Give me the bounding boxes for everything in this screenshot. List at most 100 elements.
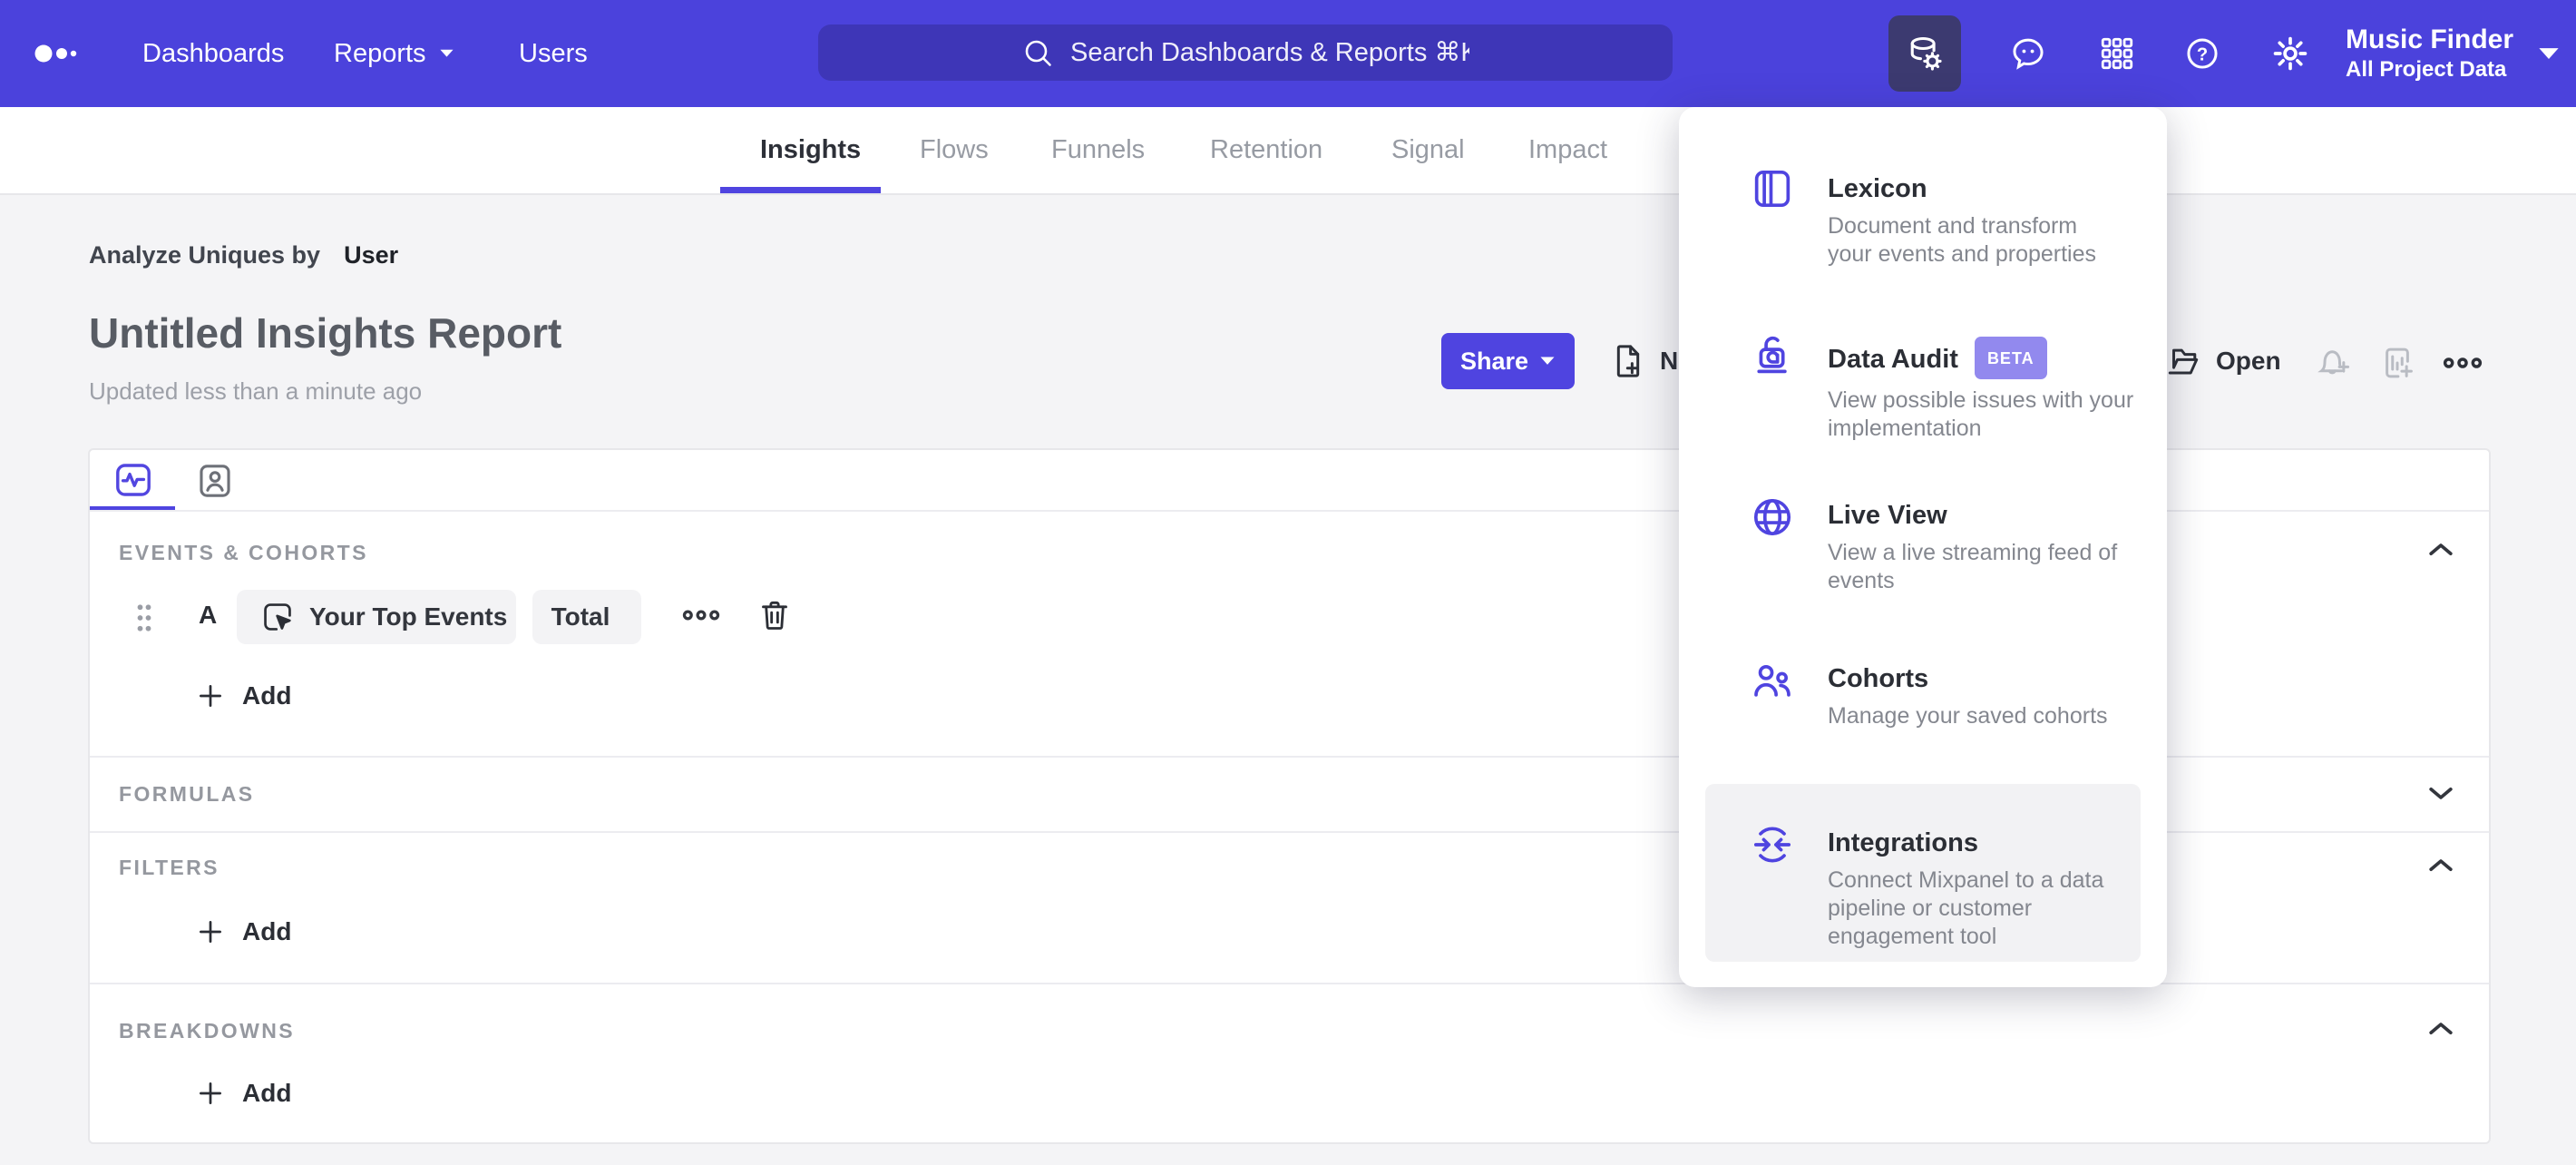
share-button-label: Share (1459, 347, 1529, 375)
nav-item-reports[interactable]: Reports (334, 0, 454, 107)
menu-item-title: Data Audit BETA (1828, 337, 2154, 379)
section-events-cohorts: EVENTS & COHORTS (119, 541, 368, 564)
section-formulas: FORMULAS (119, 782, 255, 806)
apps-grid-button[interactable] (2081, 15, 2153, 92)
pulse-chart-icon (116, 464, 151, 496)
event-row-letter: A (199, 601, 218, 629)
menu-item-title: Cohorts (1828, 664, 1929, 693)
help-icon: ? (2187, 38, 2218, 69)
collapse-breakdowns-button[interactable] (2423, 1011, 2459, 1047)
menu-item-desc: Manage your saved cohorts (1828, 703, 2108, 729)
document-plus-icon (1616, 345, 1640, 377)
tab-events-metrics[interactable] (112, 457, 155, 503)
section-breakdowns: BREAKDOWNS (119, 1019, 295, 1043)
search-input[interactable] (1070, 37, 1469, 68)
cohorts-people-icon (1749, 657, 1796, 704)
collapse-filters-button[interactable] (2423, 847, 2459, 884)
aggregation-dropdown[interactable]: Total (532, 590, 641, 644)
globe-icon (1749, 494, 1796, 541)
chevron-up-icon (2429, 543, 2453, 555)
tab-signal[interactable]: Signal (1391, 107, 1465, 193)
event-row-options-button[interactable] (681, 603, 721, 627)
feedback-button[interactable] (1992, 15, 2064, 92)
lock-icon (1749, 329, 1796, 377)
nav-item-label: Reports (334, 38, 426, 68)
search-icon (1025, 40, 1051, 66)
folder-open-icon (2168, 348, 2199, 375)
tab-insights[interactable]: Insights (760, 107, 861, 193)
page-title[interactable]: Untitled Insights Report (89, 308, 561, 357)
aggregation-label: Total (551, 602, 610, 631)
nav-item-users[interactable]: Users (519, 0, 588, 107)
add-to-board-button[interactable] (2378, 344, 2416, 382)
project-scope: All Project Data (2346, 57, 2507, 82)
chevron-up-icon (2429, 859, 2453, 871)
open-button-label: Open (2216, 347, 2281, 375)
menu-item-title: Live View (1828, 501, 1947, 530)
event-selector-pill[interactable]: Your Top Events (237, 590, 516, 644)
main-content: Analyze Uniques by User Untitled Insight… (0, 195, 2576, 1165)
bell-plus-icon (2317, 350, 2350, 375)
beta-badge: BETA (1974, 337, 2047, 379)
delete-event-button[interactable] (756, 595, 793, 635)
chevron-up-icon (2429, 1023, 2453, 1034)
menu-item-title: Lexicon (1828, 174, 1927, 203)
tab-profiles[interactable] (195, 459, 235, 503)
profile-card-icon (200, 465, 230, 497)
gear-icon (2273, 36, 2308, 71)
updated-timestamp: Updated less than a minute ago (89, 377, 423, 405)
add-filter-button[interactable]: Add (195, 916, 291, 947)
ellipsis-icon (682, 610, 720, 621)
plus-icon (200, 685, 221, 707)
active-tab-underline (720, 187, 881, 193)
report-tabbar: Insights Flows Funnels Retention Signal … (0, 107, 2576, 195)
database-gear-icon (1910, 36, 1942, 71)
speech-bubble-icon (2013, 38, 2044, 70)
nav-item-label: Users (519, 38, 588, 68)
plus-icon (200, 1082, 221, 1104)
menu-item-desc: View possible issues with your implement… (1828, 387, 2134, 441)
grid-icon (2101, 37, 2133, 70)
add-breakdown-button[interactable]: Add (195, 1078, 291, 1109)
analyze-row: Analyze Uniques by User (89, 241, 398, 269)
settings-button[interactable] (2254, 15, 2327, 92)
add-event-button[interactable]: Add (195, 680, 291, 711)
help-button[interactable]: ? (2166, 15, 2239, 92)
menu-item-desc: Document and transform your events and p… (1828, 213, 2097, 267)
chevron-down-icon (2539, 47, 2559, 59)
menu-item-desc: Connect Mixpanel to a data pipeline or c… (1828, 867, 2104, 949)
project-name: Music Finder (2346, 24, 2514, 54)
drag-handle[interactable] (134, 602, 154, 634)
tab-retention[interactable]: Retention (1210, 107, 1322, 193)
menu-item-desc: View a live streaming feed of events (1828, 540, 2118, 593)
tab-impact[interactable]: Impact (1528, 107, 1607, 193)
chart-plus-icon (2386, 348, 2413, 378)
project-selector[interactable]: Music Finder All Project Data (2346, 0, 2561, 107)
event-name-label: Your Top Events (309, 602, 508, 631)
chevron-down-icon (2429, 788, 2453, 799)
mixpanel-logo-icon[interactable] (34, 42, 85, 65)
cursor-click-icon (264, 603, 291, 631)
global-search[interactable] (818, 24, 1673, 81)
analyze-label: Analyze Uniques by (89, 241, 321, 269)
section-filters: FILTERS (119, 856, 220, 879)
trash-icon (762, 601, 787, 630)
add-button-label: Add (242, 1079, 292, 1107)
tab-funnels[interactable]: Funnels (1051, 107, 1145, 193)
tab-flows[interactable]: Flows (920, 107, 989, 193)
collapse-events-button[interactable] (2423, 532, 2459, 568)
data-management-button[interactable] (1888, 15, 1961, 92)
analyze-by-selector[interactable]: User (344, 241, 398, 269)
lexicon-book-icon (1749, 165, 1796, 212)
integrations-sync-icon (1749, 821, 1796, 868)
add-button-label: Add (242, 681, 292, 710)
drag-dots-icon (137, 604, 151, 631)
nav-item-dashboards[interactable]: Dashboards (142, 0, 284, 107)
expand-formulas-button[interactable] (2423, 775, 2459, 811)
more-actions-button[interactable] (2442, 351, 2483, 375)
alert-add-button[interactable] (2315, 344, 2353, 382)
open-report-button[interactable]: Open (2163, 342, 2281, 380)
nav-item-label: Dashboards (142, 38, 285, 68)
share-button[interactable]: Share (1441, 333, 1575, 389)
ellipsis-icon (2443, 357, 2483, 368)
